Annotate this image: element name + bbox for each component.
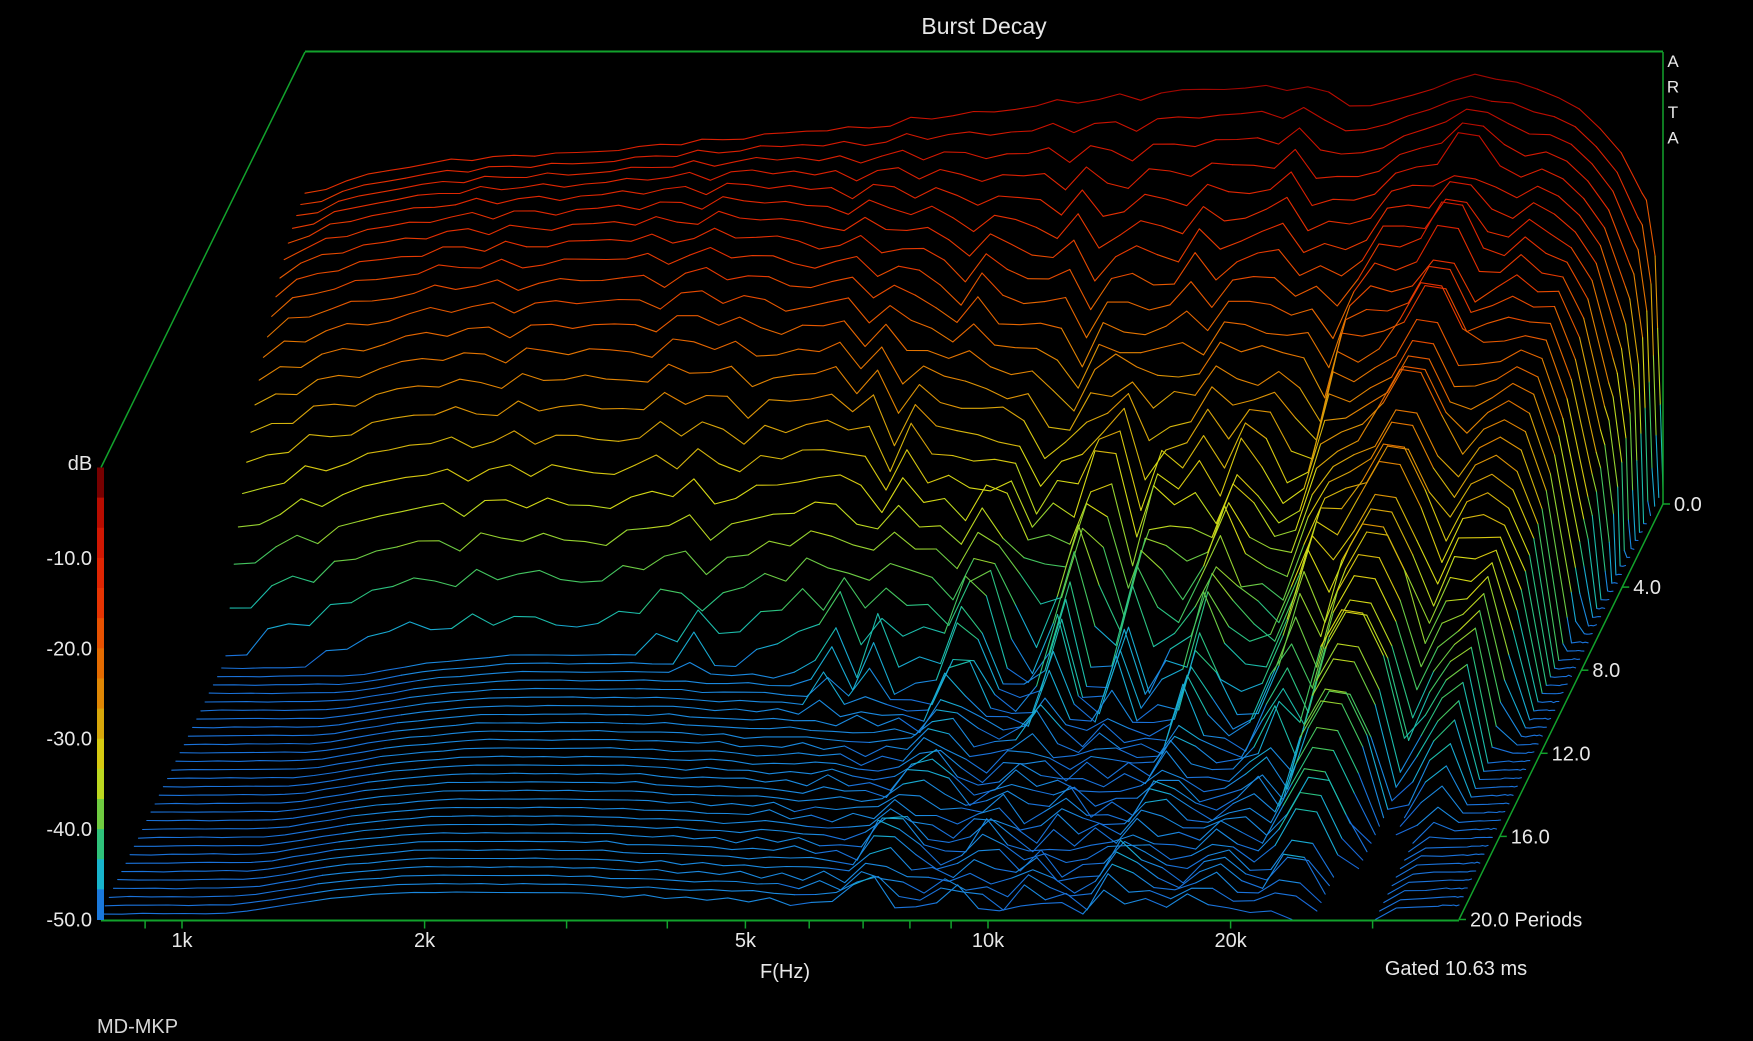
svg-text:A: A	[1667, 129, 1679, 148]
svg-text:10k: 10k	[972, 930, 1005, 952]
svg-text:Burst Decay: Burst Decay	[921, 13, 1047, 39]
svg-text:4.0: 4.0	[1633, 577, 1661, 599]
svg-text:5k: 5k	[735, 930, 757, 952]
svg-text:-10.0: -10.0	[46, 548, 92, 570]
svg-text:-40.0: -40.0	[46, 819, 92, 841]
svg-text:Gated 10.63 ms: Gated 10.63 ms	[1385, 958, 1527, 980]
svg-text:1k: 1k	[171, 930, 193, 952]
svg-text:dB: dB	[68, 453, 92, 475]
svg-text:A: A	[1667, 52, 1679, 71]
svg-text:0.0: 0.0	[1674, 494, 1702, 516]
svg-text:T: T	[1668, 103, 1678, 122]
svg-text:20k: 20k	[1214, 930, 1247, 952]
svg-text:20.0 Periods: 20.0 Periods	[1470, 910, 1582, 932]
svg-text:-30.0: -30.0	[46, 729, 92, 751]
svg-text:16.0: 16.0	[1511, 826, 1550, 848]
svg-text:MD-MKP: MD-MKP	[97, 1016, 178, 1038]
svg-text:2k: 2k	[414, 930, 436, 952]
svg-text:-20.0: -20.0	[46, 638, 92, 660]
svg-text:8.0: 8.0	[1592, 660, 1620, 682]
svg-text:F(Hz): F(Hz)	[760, 961, 810, 983]
svg-text:12.0: 12.0	[1552, 743, 1591, 765]
svg-text:R: R	[1667, 78, 1679, 97]
svg-text:-50.0: -50.0	[46, 910, 92, 932]
